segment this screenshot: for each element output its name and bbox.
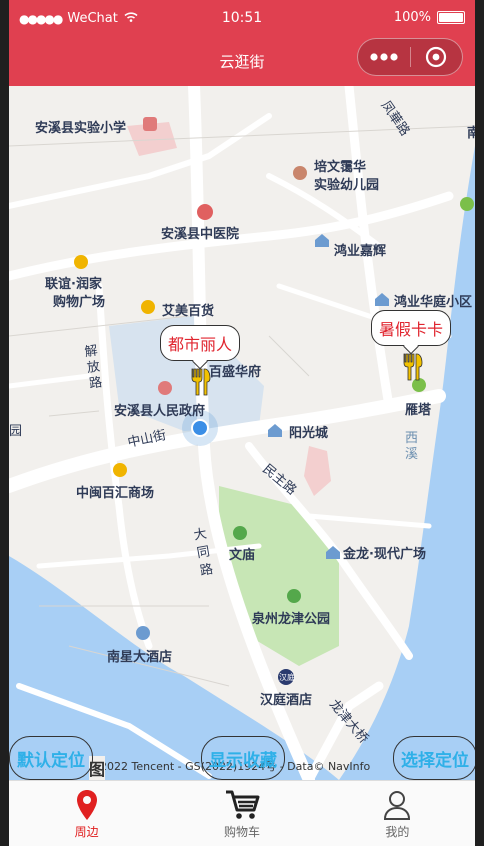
more-menu-icon[interactable] [358,52,410,62]
poi-label[interactable]: 阳光城 [289,422,328,441]
choose-location-button[interactable]: 选择定位 [393,736,475,780]
poi-label[interactable]: 安溪县人民政府 [114,400,205,419]
poi-label-edge: 园 [9,424,23,439]
map-view[interactable]: 安溪县实验小学 培文霭华 实验幼儿园 安溪县中医院 鸿业嘉辉 联谊·润家 购物广… [9,86,475,780]
status-bar: ●●●●● WeChat 10:51 100% [9,0,475,38]
show-favorites-button[interactable]: 显示收藏 [201,736,285,780]
poi-label[interactable]: 艾美百货 [162,300,214,319]
location-pin-icon [75,787,99,823]
poi-label[interactable]: 培文霭华 [314,156,366,175]
poi-label[interactable]: 安溪县中医院 [161,223,239,242]
poi-label-edge: 南 [467,126,475,141]
marker-bubble[interactable]: 都市丽人 [160,325,241,361]
poi-label: 购物广场 [53,295,106,310]
hotel-icon-label: 汉庭 [279,673,295,682]
poi-label[interactable]: 鸿业嘉辉 [334,240,386,259]
navigation-bar: 云逛街 [9,38,475,86]
poi-label[interactable]: 南星大酒店 [107,646,172,665]
tab-label: 周边 [74,825,99,839]
poi-label[interactable]: 安溪县实验小学 [35,117,126,136]
water-label: 西溪 [405,431,419,462]
poi-label[interactable]: 雁塔 [405,399,431,418]
poi-label[interactable]: 百盛华府 [209,361,261,380]
mini-program-capsule [357,38,463,76]
user-icon [382,787,412,823]
tab-label: 购物车 [223,825,260,839]
poi-label[interactable]: 联谊·润家 [45,273,102,292]
tab-label: 我的 [385,825,410,839]
poi-label[interactable]: 汉庭酒店 [260,689,312,708]
poi-label[interactable]: 文庙 [229,544,255,563]
poi-label[interactable]: 鸿业华庭小区 [394,291,472,310]
cart-icon [224,787,260,823]
close-miniprogram-icon[interactable] [411,46,463,68]
restaurant-marker-icon[interactable] [189,367,211,397]
marker-bubble[interactable]: 暑假卡卡 [371,310,452,346]
phone-screen: ●●●●● WeChat 10:51 100% 云逛街 安溪县实验小学 培文霭华… [9,0,475,846]
poi-label: 实验幼儿园 [314,178,380,193]
tab-cart[interactable]: 购物车 [164,781,319,846]
restaurant-marker-icon[interactable] [401,352,423,382]
status-right: 100% [394,10,465,25]
tab-mine[interactable]: 我的 [320,781,475,846]
tab-nearby[interactable]: 周边 [9,781,164,846]
poi-label[interactable]: 金龙·现代广场 [343,543,426,562]
poi-label[interactable]: 中闽百汇商场 [76,482,154,501]
default-location-button[interactable]: 默认定位 [9,736,93,780]
tab-bar: 周边 购物车 我的 [9,780,475,846]
battery-label: 100% [393,10,431,25]
battery-icon [437,11,465,24]
poi-label[interactable]: 泉州龙津公园 [252,608,330,627]
